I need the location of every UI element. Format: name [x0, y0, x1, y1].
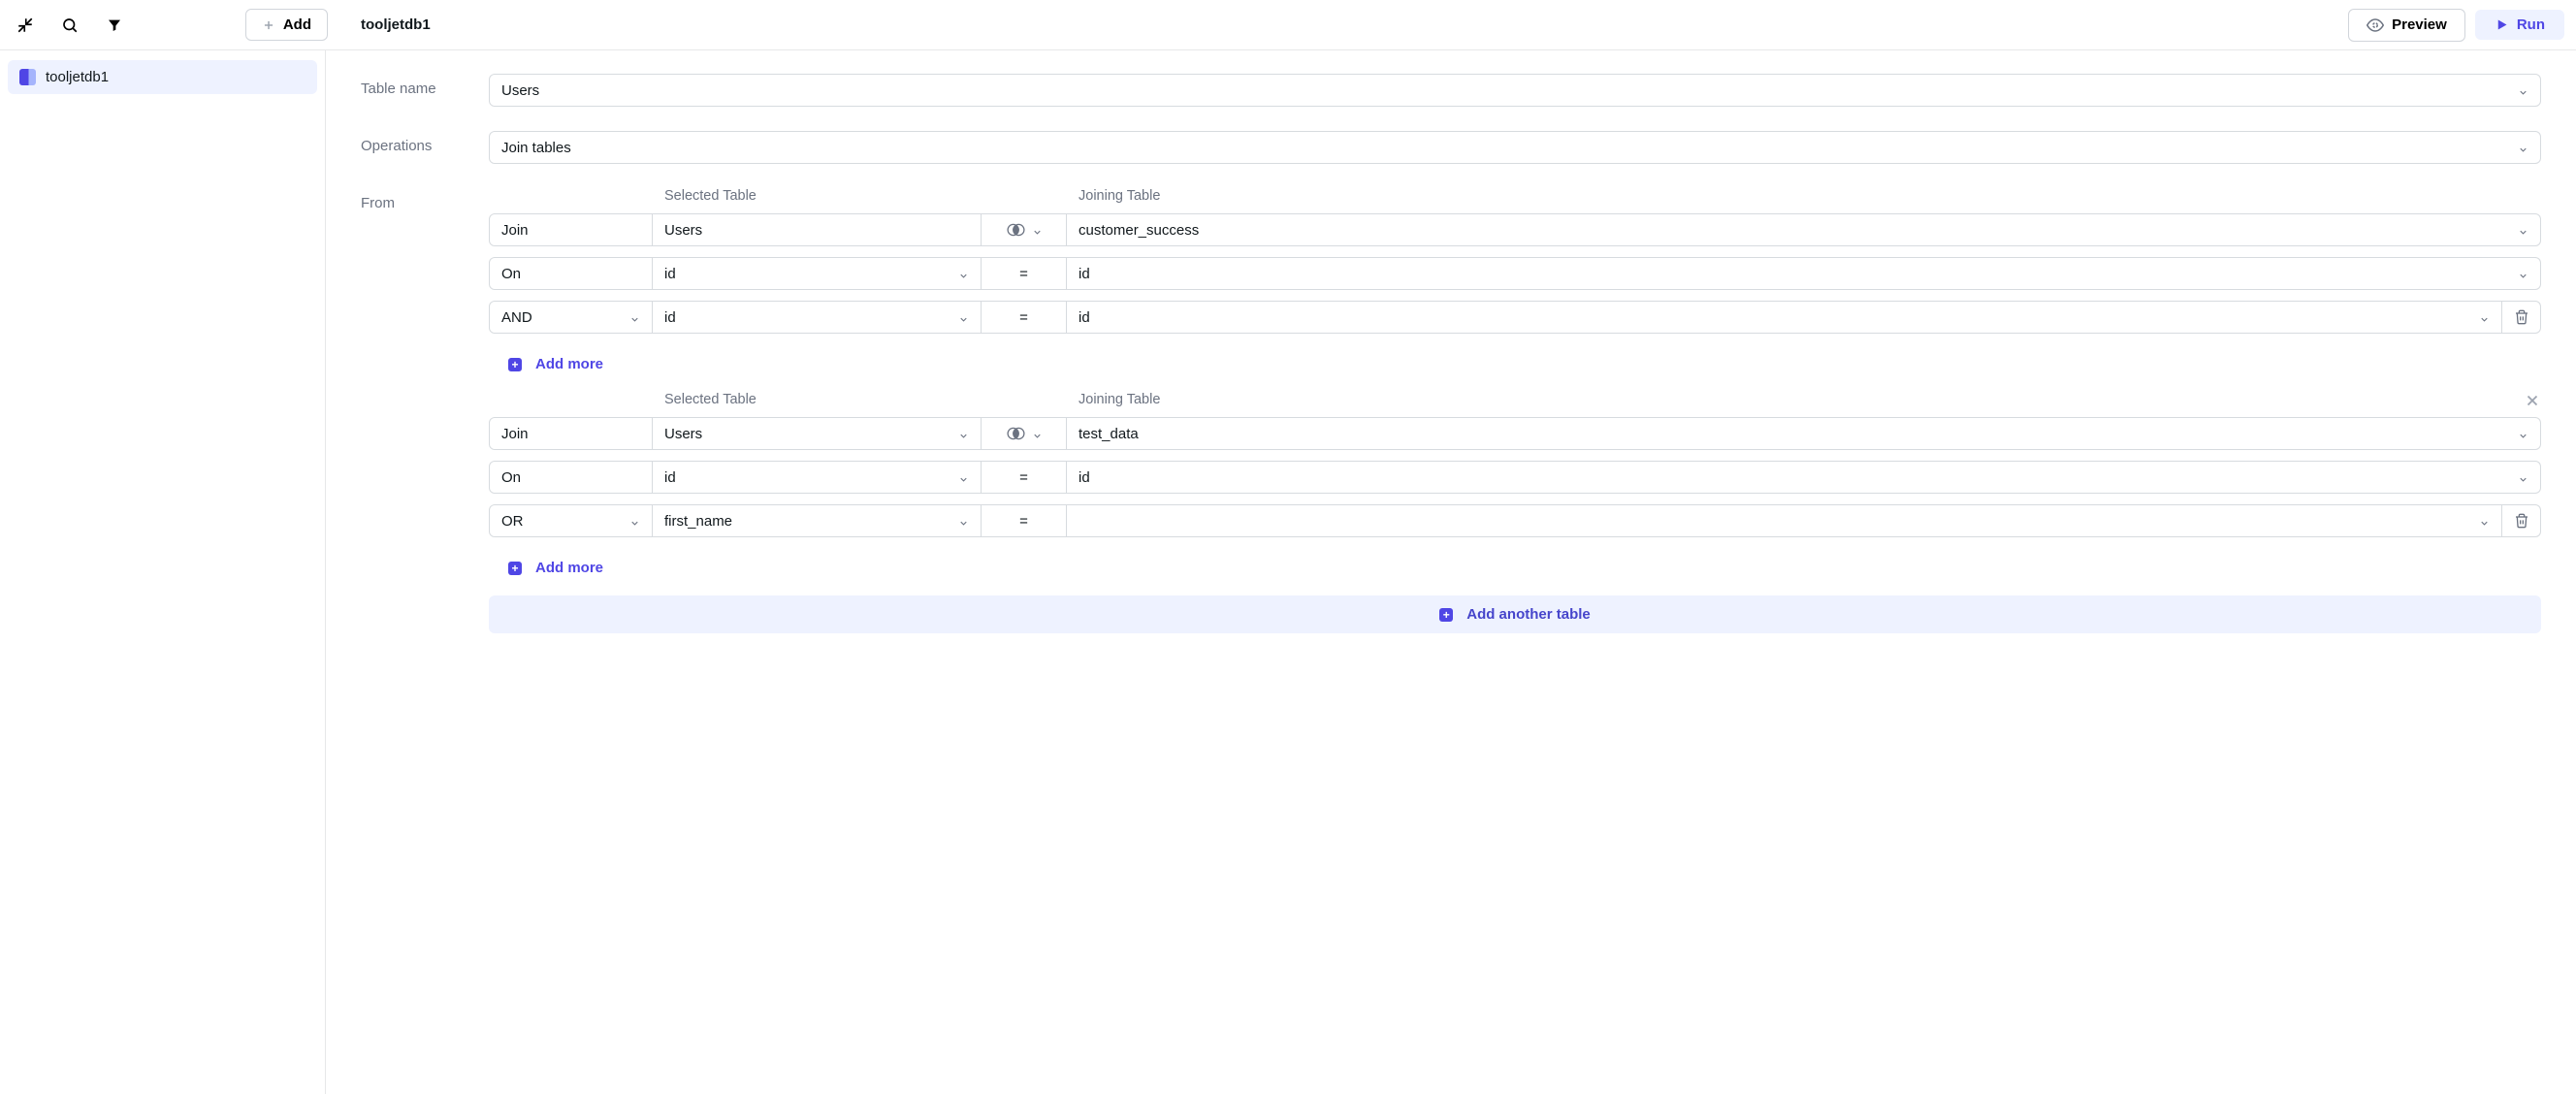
table-name-select[interactable]: Users [489, 74, 2541, 107]
join-kind-select[interactable] [982, 417, 1067, 450]
joining-table-select[interactable]: customer_success [1067, 213, 2541, 246]
add-button-label: Add [283, 16, 311, 33]
database-icon [19, 69, 36, 85]
venn-icon [1006, 427, 1026, 440]
on-label-cell: On [489, 257, 653, 290]
joining-table-header: Joining Table [1067, 188, 2541, 204]
selected-table-header: Selected Table [653, 392, 982, 407]
filter-icon[interactable] [101, 12, 128, 39]
trash-icon [2514, 309, 2529, 325]
chevron-down-icon [1032, 429, 1043, 439]
on-right-select[interactable]: id [1067, 461, 2541, 494]
add-more-label: Add more [535, 560, 603, 576]
condition-operator-select[interactable]: OR [489, 504, 653, 537]
condition-left-select[interactable]: id [653, 301, 982, 334]
table-name-value: Users [501, 82, 539, 99]
condition-operator-select[interactable]: AND [489, 301, 653, 334]
selected-table-select[interactable]: Users [653, 417, 982, 450]
join-type-cell: Join [489, 417, 653, 450]
selected-table-cell: Users [653, 213, 982, 246]
joining-table-select[interactable]: test_data [1067, 417, 2541, 450]
selected-table-header: Selected Table [653, 188, 982, 204]
join-type-cell: Join [489, 213, 653, 246]
add-more-condition-button[interactable]: + Add more [489, 548, 2541, 595]
sidebar-item-label: tooljetdb1 [46, 69, 109, 85]
chevron-down-icon [958, 312, 969, 323]
eye-icon [2367, 16, 2384, 34]
sidebar: tooljetdb1 [0, 50, 326, 1094]
preview-button[interactable]: Preview [2348, 9, 2465, 42]
sidebar-item-database[interactable]: tooljetdb1 [8, 60, 317, 94]
add-another-table-button[interactable]: + Add another table [489, 595, 2541, 633]
on-right-select[interactable]: id [1067, 257, 2541, 290]
condition-left-select[interactable]: first_name [653, 504, 982, 537]
collapse-icon[interactable] [12, 12, 39, 39]
chevron-down-icon [2518, 472, 2528, 483]
chevron-down-icon [629, 516, 640, 527]
on-operator-cell: = [982, 257, 1067, 290]
add-button[interactable]: Add [245, 9, 328, 41]
plus-icon: + [1439, 608, 1453, 622]
from-label: From [361, 188, 489, 633]
on-left-select[interactable]: id [653, 461, 982, 494]
chevron-down-icon [958, 516, 969, 527]
page-title: tooljetdb1 [338, 16, 2348, 33]
trash-icon [2514, 513, 2529, 529]
chevron-down-icon [1032, 225, 1043, 236]
on-operator-cell: = [982, 461, 1067, 494]
search-icon[interactable] [56, 12, 83, 39]
remove-join-button[interactable] [2524, 392, 2541, 409]
play-icon [2495, 17, 2509, 32]
table-name-label: Table name [361, 74, 489, 107]
add-more-label: Add more [535, 356, 603, 372]
operations-label: Operations [361, 131, 489, 164]
joining-table-header: Joining Table [1067, 392, 2541, 407]
preview-button-label: Preview [2392, 16, 2447, 33]
on-label-cell: On [489, 461, 653, 494]
chevron-down-icon [958, 429, 969, 439]
condition-right-select[interactable] [1067, 504, 2502, 537]
chevron-down-icon [958, 269, 969, 279]
run-button-label: Run [2517, 16, 2545, 33]
close-icon [2524, 392, 2541, 409]
chevron-down-icon [2479, 312, 2490, 323]
condition-op-cell: = [982, 504, 1067, 537]
plus-icon: + [508, 358, 522, 371]
chevron-down-icon [2479, 516, 2490, 527]
operations-select[interactable]: Join tables [489, 131, 2541, 164]
chevron-down-icon [629, 312, 640, 323]
condition-right-select[interactable]: id [1067, 301, 2502, 334]
chevron-down-icon [2518, 269, 2528, 279]
run-button[interactable]: Run [2475, 10, 2564, 40]
plus-icon [262, 18, 275, 32]
chevron-down-icon [2518, 225, 2528, 236]
add-another-label: Add another table [1466, 606, 1591, 623]
chevron-down-icon [2518, 429, 2528, 439]
operations-value: Join tables [501, 140, 571, 156]
delete-condition-button[interactable] [2502, 301, 2541, 334]
venn-icon [1006, 223, 1026, 237]
chevron-down-icon [2518, 143, 2528, 153]
condition-op-cell: = [982, 301, 1067, 334]
join-kind-select[interactable] [982, 213, 1067, 246]
on-left-select[interactable]: id [653, 257, 982, 290]
add-more-condition-button[interactable]: + Add more [489, 344, 2541, 392]
plus-icon: + [508, 562, 522, 575]
chevron-down-icon [958, 472, 969, 483]
chevron-down-icon [2518, 85, 2528, 96]
delete-condition-button[interactable] [2502, 504, 2541, 537]
